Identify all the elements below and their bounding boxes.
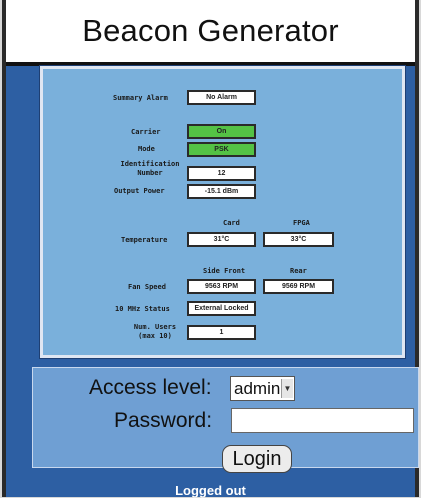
app-window: Beacon Generator Summary Alarm No Alarm … [2, 0, 419, 498]
carrier-value: On [187, 124, 256, 139]
password-label: Password: [114, 409, 213, 432]
ten-mhz-status-value: External Locked [187, 301, 256, 316]
num-users-label-line1: Num. Users [133, 323, 177, 331]
num-users-label-line2: (max 10) [138, 332, 172, 340]
num-users-label: Num. Users (max 10) [127, 323, 183, 341]
login-button[interactable]: Login [222, 445, 292, 473]
fan-rear-header: Rear [290, 267, 307, 275]
identification-value: 12 [187, 166, 256, 181]
chevron-down-icon[interactable]: ▼ [281, 379, 293, 398]
mode-value: PSK [187, 142, 256, 157]
mode-label: Mode [138, 145, 155, 153]
ten-mhz-status-label: 10 MHz Status [115, 305, 170, 313]
access-level-label: Access level: [89, 376, 212, 399]
fan-side-front-value: 9563 RPM [187, 279, 256, 294]
access-level-selected-value: admin [234, 378, 281, 398]
carrier-label: Carrier [131, 128, 161, 136]
temperature-card-header: Card [223, 219, 240, 227]
temperature-fpga-header: FPGA [293, 219, 310, 227]
login-status-text: Logged out [175, 483, 246, 498]
output-power-value: -15.1 dBm [187, 184, 256, 199]
identification-label-line2: Number [137, 169, 163, 177]
password-input[interactable] [231, 408, 414, 433]
temperature-label: Temperature [121, 236, 168, 244]
identification-label: Identification Number [115, 160, 185, 178]
num-users-value: 1 [187, 325, 256, 340]
title-bar: Beacon Generator [6, 0, 415, 66]
summary-alarm-value: No Alarm [187, 90, 256, 105]
identification-label-line1: Identification [120, 160, 180, 168]
status-panel: Summary Alarm No Alarm Carrier On Mode P… [40, 66, 405, 358]
temperature-card-value: 31°C [187, 232, 256, 247]
fan-rear-value: 9569 RPM [263, 279, 334, 294]
output-power-label: Output Power [114, 187, 165, 195]
access-level-select[interactable]: admin ▼ [230, 376, 295, 401]
temperature-fpga-value: 33°C [263, 232, 334, 247]
page-title: Beacon Generator [82, 13, 339, 48]
fan-side-front-header: Side Front [203, 267, 246, 275]
summary-alarm-label: Summary Alarm [113, 94, 168, 102]
fan-speed-label: Fan Speed [128, 283, 166, 291]
